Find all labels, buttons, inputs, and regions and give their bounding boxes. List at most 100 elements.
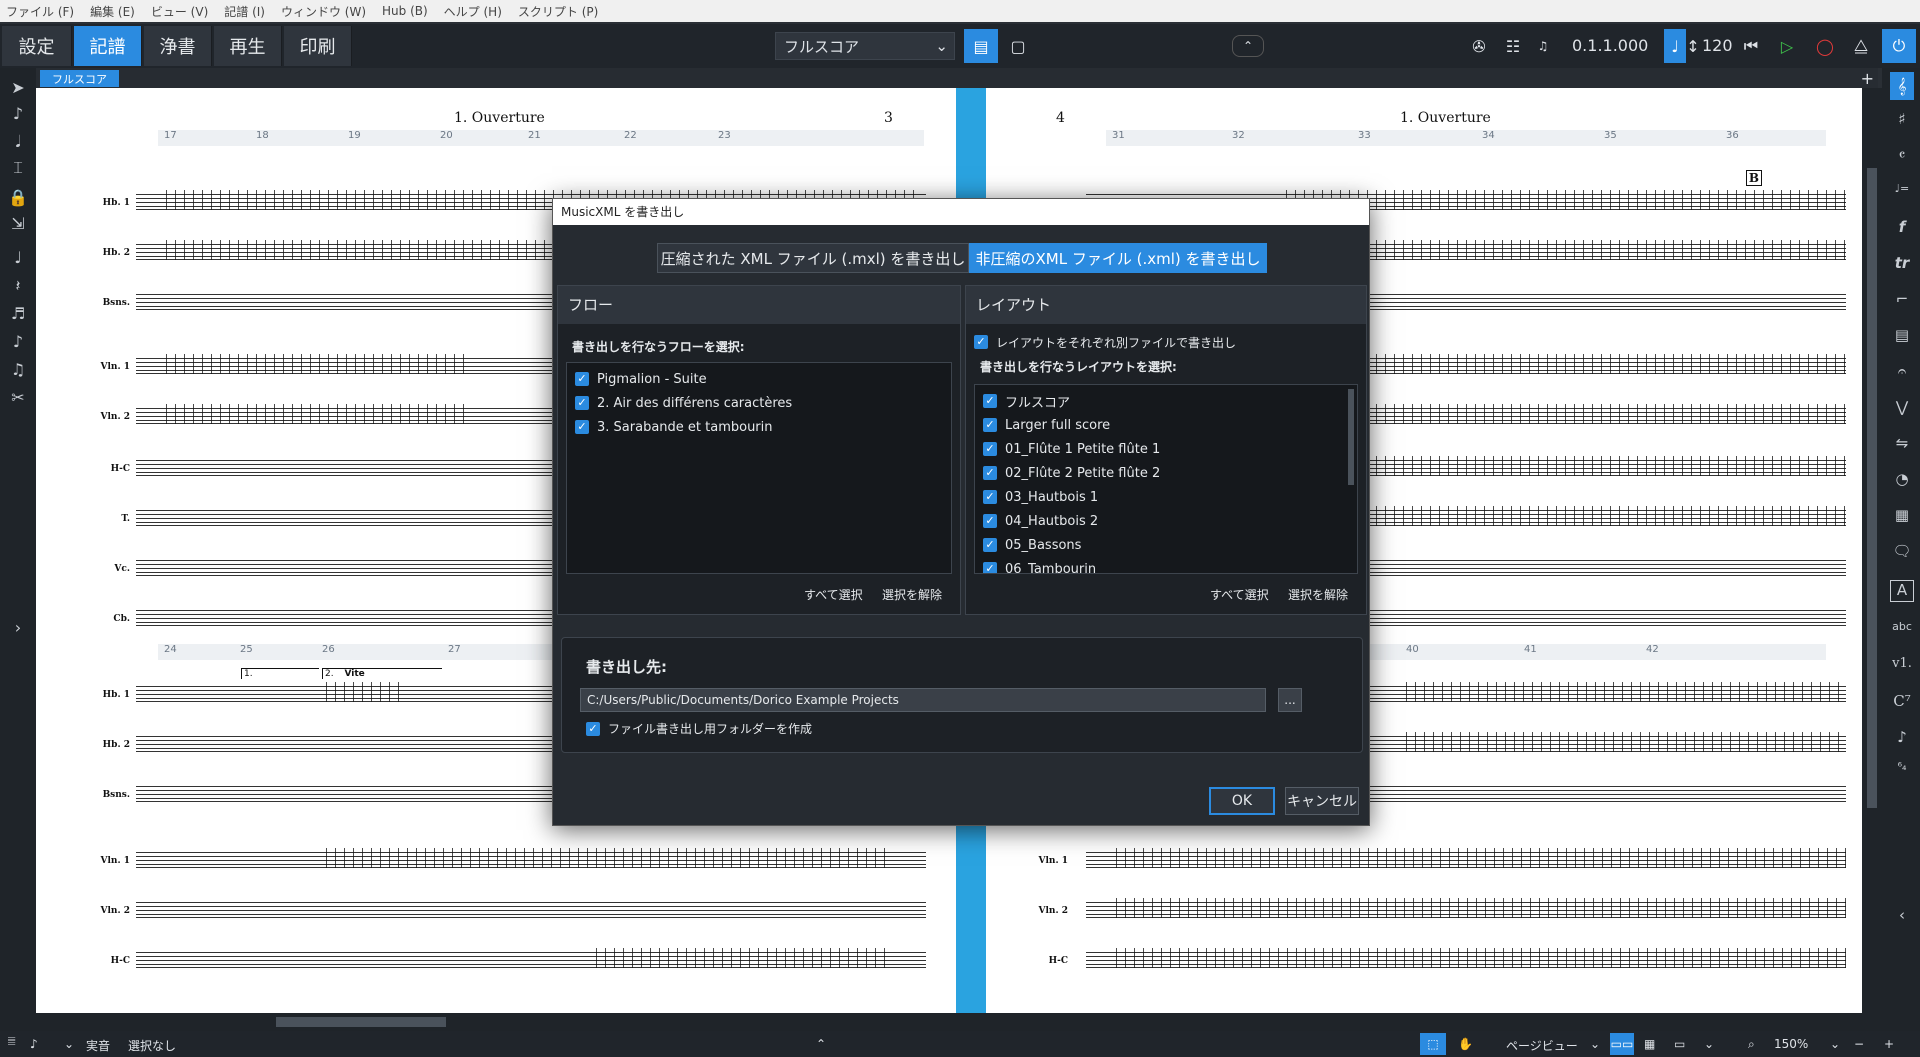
mode-print[interactable]: 印刷 [284, 26, 352, 66]
panel-toggle-icon[interactable]: ▢ [1001, 29, 1035, 63]
vertical-scroll-thumb[interactable] [1867, 168, 1877, 808]
tuplet-icon[interactable]: ♬ [8, 304, 28, 324]
galley-view-icon[interactable]: ▤ [964, 29, 998, 63]
checkbox-checked-icon[interactable]: ✓ [983, 418, 997, 432]
concert-pitch-toggle[interactable]: 実音 [86, 1037, 110, 1054]
menu-hub[interactable]: Hub (B) [382, 4, 428, 18]
collapse-up-icon[interactable]: ⌃ [1232, 35, 1264, 57]
bars-icon[interactable]: ▤ [1890, 326, 1914, 348]
chord-icon[interactable]: 𝅘𝅥 [8, 132, 28, 152]
destination-path-input[interactable] [580, 688, 1266, 712]
text-icon[interactable]: A [1890, 580, 1914, 602]
checkbox-checked-icon[interactable]: ✓ [974, 335, 988, 349]
comment-icon[interactable]: 🗨 [1890, 542, 1914, 564]
ornaments-icon[interactable]: tr [1890, 254, 1914, 276]
menu-edit[interactable]: 編集 (E) [90, 3, 135, 20]
mode-write[interactable]: 記譜 [74, 26, 142, 66]
list-item[interactable]: ✓ 3. Sarabande et tambourin [575, 417, 773, 437]
checkbox-checked-icon[interactable]: ✓ [575, 396, 589, 410]
menu-window[interactable]: ウィンドウ (W) [281, 3, 366, 20]
marquee-select-icon[interactable]: ⬚ [1420, 1033, 1446, 1055]
record-icon[interactable]: ◯ [1808, 29, 1842, 63]
checkbox-checked-icon[interactable]: ✓ [586, 721, 600, 736]
export-uncompressed-button[interactable]: 非圧縮のXML ファイル (.xml) を書き出し [969, 243, 1267, 273]
mode-play[interactable]: 再生 [214, 26, 282, 66]
layouts-select-all-button[interactable]: すべて選択 [1210, 586, 1269, 603]
ok-button[interactable]: OK [1209, 787, 1275, 815]
single-pages-icon[interactable]: ▭ [1674, 1037, 1685, 1051]
cue-icon[interactable]: ▦ [1890, 506, 1914, 528]
chord-symbols-icon[interactable]: C⁷ [1890, 692, 1914, 714]
view-mode-select[interactable]: ページビュー [1506, 1037, 1578, 1054]
collapse-left-icon[interactable]: ‹ [1890, 906, 1914, 928]
tempo-icon[interactable]: ♩= [1890, 182, 1914, 204]
dynamics-icon[interactable]: f [1890, 218, 1914, 240]
grace-note-icon[interactable]: ♪ [8, 332, 28, 352]
list-item[interactable]: ✓ Pigmalion - Suite [575, 369, 707, 389]
fingering-icon[interactable]: ♪ [1890, 728, 1914, 750]
select-arrow-icon[interactable]: ➤ [8, 78, 28, 98]
video-icon[interactable]: ✇ [1462, 29, 1496, 63]
hand-tool-icon[interactable]: ✋ [1458, 1037, 1473, 1051]
power-icon[interactable]: ⏻ [1882, 29, 1916, 63]
browse-button[interactable]: ... [1278, 688, 1302, 712]
checkbox-checked-icon[interactable]: ✓ [983, 514, 997, 528]
zoom-in-icon[interactable]: + [1884, 1037, 1894, 1051]
key-signature-icon[interactable]: ♯ [1890, 110, 1914, 132]
checkbox-checked-icon[interactable]: ✓ [983, 442, 997, 456]
cancel-button[interactable]: キャンセル [1285, 787, 1359, 815]
zoom-icon[interactable]: ⌕ [1748, 1037, 1755, 1052]
checkbox-checked-icon[interactable]: ✓ [983, 490, 997, 504]
flows-select-all-button[interactable]: すべて選択 [804, 586, 863, 603]
layout-selector[interactable]: フルスコア ⌄ [775, 32, 955, 60]
lock-icon[interactable]: 🔒 [8, 188, 28, 208]
mixer-icon[interactable]: ☷ [1496, 29, 1530, 63]
list-item[interactable]: ✓ 04_Hautbois 2 [983, 511, 1098, 531]
playing-techniques-icon[interactable]: ◔ [1890, 470, 1914, 492]
chevron-down-icon[interactable]: ⌄ [1590, 1037, 1600, 1051]
export-compressed-button[interactable]: 圧縮された XML ファイル (.mxl) を書き出し [657, 243, 969, 273]
menu-help[interactable]: ヘルプ (H) [444, 3, 502, 20]
separate-files-option[interactable]: ✓ レイアウトをそれぞれ別ファイルで書き出し [974, 332, 1236, 352]
lyrics-verse-icon[interactable]: v1. [1890, 656, 1914, 678]
keyboard-icon[interactable]: ♫ [1526, 29, 1560, 63]
list-item[interactable]: ✓ 06_Tambourin [983, 559, 1096, 573]
list-item[interactable]: ✓ 03_Hautbois 1 [983, 487, 1098, 507]
force-duration-icon[interactable]: ⇲ [8, 214, 28, 234]
menu-view[interactable]: ビュー (V) [151, 3, 208, 20]
vertical-scrollbar[interactable] [1862, 88, 1882, 1013]
note-value-icon[interactable]: ♪ [30, 1037, 38, 1051]
layouts-deselect-button[interactable]: 選択を解除 [1288, 586, 1348, 603]
checkbox-checked-icon[interactable]: ✓ [983, 538, 997, 552]
chevron-down-icon[interactable]: ⌄ [1830, 1037, 1840, 1051]
list-item[interactable]: ✓ 05_Bassons [983, 535, 1081, 555]
menu-file[interactable]: ファイル (F) [6, 3, 74, 20]
figured-bass-icon[interactable]: ⁶₄ [1890, 760, 1914, 782]
zoom-level[interactable]: 150% [1774, 1037, 1808, 1051]
spreads-vertical-icon[interactable]: ▦ [1644, 1037, 1655, 1051]
checkbox-checked-icon[interactable]: ✓ [983, 562, 997, 573]
insert-icon[interactable]: ⌶ [8, 158, 28, 178]
horizontal-scrollbar[interactable] [36, 1013, 1882, 1031]
list-item[interactable]: ✓ フルスコア [983, 391, 1070, 411]
list-item[interactable]: ✓ Larger full score [983, 415, 1110, 435]
scissors-icon[interactable]: ✂ [8, 388, 28, 408]
expand-up-icon[interactable]: ⌃ [816, 1037, 826, 1051]
create-folder-option[interactable]: ✓ ファイル書き出し用フォルダーを作成 [586, 720, 812, 737]
quarter-note-icon[interactable]: ♩ [8, 248, 28, 268]
play-icon[interactable]: ▷ [1770, 29, 1804, 63]
expand-right-icon[interactable]: › [8, 618, 28, 638]
list-item[interactable]: ✓ 2. Air des différens caractères [575, 393, 792, 413]
horizontal-scroll-thumb[interactable] [276, 1017, 446, 1027]
zoom-out-icon[interactable]: − [1854, 1037, 1864, 1051]
mode-engrave[interactable]: 浄書 [144, 26, 212, 66]
tempo-note-icon[interactable]: ♩ [1664, 29, 1686, 63]
chevron-down-icon[interactable]: ⌄ [1704, 1037, 1714, 1051]
list-item[interactable]: ✓ 02_Flûte 2 Petite flûte 2 [983, 463, 1160, 483]
checkbox-checked-icon[interactable]: ✓ [575, 372, 589, 386]
chevron-down-icon[interactable]: ⌄ [64, 1037, 74, 1051]
checkbox-checked-icon[interactable]: ✓ [575, 420, 589, 434]
arpeggio-icon[interactable]: ⇋ [1890, 434, 1914, 456]
rewind-icon[interactable]: ⏮ [1734, 29, 1768, 63]
note-input-icon[interactable]: ♪ [8, 104, 28, 124]
